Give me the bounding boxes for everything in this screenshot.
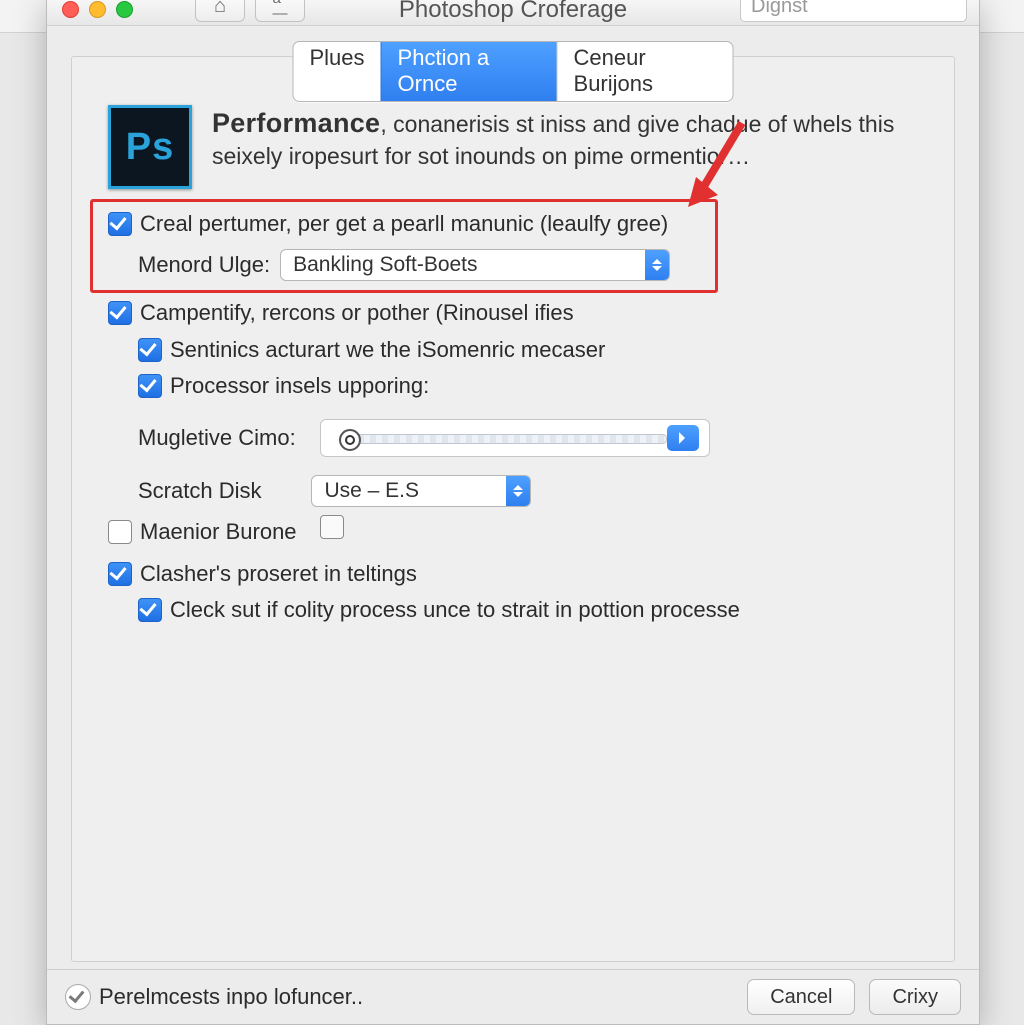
checkbox-cleck-sut[interactable]: [138, 598, 162, 622]
checkbox-maenior-secondary[interactable]: [320, 515, 344, 539]
checkbox-sentinics[interactable]: [138, 338, 162, 362]
tab-bar: Plues Phction a Ornce Ceneur Burijons: [293, 41, 734, 102]
label-cleck-sut: Cleck sut if colity process unce to stra…: [170, 597, 740, 623]
tab-plues[interactable]: Plues: [294, 42, 381, 101]
slider-step-button[interactable]: [667, 425, 699, 451]
tab-phction[interactable]: Phction a Ornce: [381, 42, 557, 101]
label-scratch-disk: Scratch Disk: [138, 478, 261, 504]
chevron-updown-icon: [645, 250, 669, 280]
slider-mugletive-cimo[interactable]: [320, 419, 710, 457]
checkbox-maenior-burone[interactable]: [108, 520, 132, 544]
titlebar-search[interactable]: Dignst: [740, 0, 967, 22]
label-perelmcests: Perelmcests inpo lofuncer..: [99, 984, 363, 1010]
label-processor: Processor insels upporing:: [170, 373, 429, 399]
checkbox-clashers[interactable]: [108, 562, 132, 586]
ok-button[interactable]: Crixy: [869, 979, 961, 1015]
slider-knob[interactable]: [339, 429, 361, 451]
label-mugletive-cimo: Mugletive Cimo:: [138, 425, 296, 451]
select-scratch-disk[interactable]: Use – E.S: [311, 475, 531, 507]
chevron-updown-icon: [506, 476, 530, 506]
titlebar: ⌂ a— Photoshop Croferage Dignst: [47, 0, 979, 26]
checkbox-perelmcests[interactable]: [65, 984, 91, 1010]
label-campentify: Campentify, rercons or pother (Rinousel …: [140, 300, 574, 326]
select-menord-ulge[interactable]: Bankling Soft-Boets: [280, 249, 670, 281]
tab-ceneur[interactable]: Ceneur Burijons: [557, 42, 733, 101]
label-menord-ulge: Menord Ulge:: [138, 252, 270, 278]
label-maenior-burone: Maenior Burone: [140, 519, 297, 545]
panel-description: Performance, conanerisis st iniss and gi…: [212, 105, 918, 189]
label-sentinics: Sentinics acturart we the iSomenric meca…: [170, 337, 605, 363]
label-creal-pertumer: Creal pertumer, per get a pearll manunic…: [140, 211, 668, 237]
checkbox-creal-pertumer[interactable]: [108, 212, 132, 236]
checkbox-campentify[interactable]: [108, 301, 132, 325]
dialog-footer: Perelmcests inpo lofuncer.. Cancel Crixy: [47, 969, 979, 1024]
cancel-button[interactable]: Cancel: [747, 979, 855, 1015]
label-clashers: Clasher's proseret in teltings: [140, 561, 417, 587]
slider-track: [345, 434, 667, 444]
preferences-panel: Plues Phction a Ornce Ceneur Burijons Ps…: [71, 56, 955, 962]
checkbox-processor[interactable]: [138, 374, 162, 398]
preferences-window: ⌂ a— Photoshop Croferage Dignst Plues Ph…: [46, 0, 980, 1025]
photoshop-icon: Ps: [108, 105, 192, 189]
